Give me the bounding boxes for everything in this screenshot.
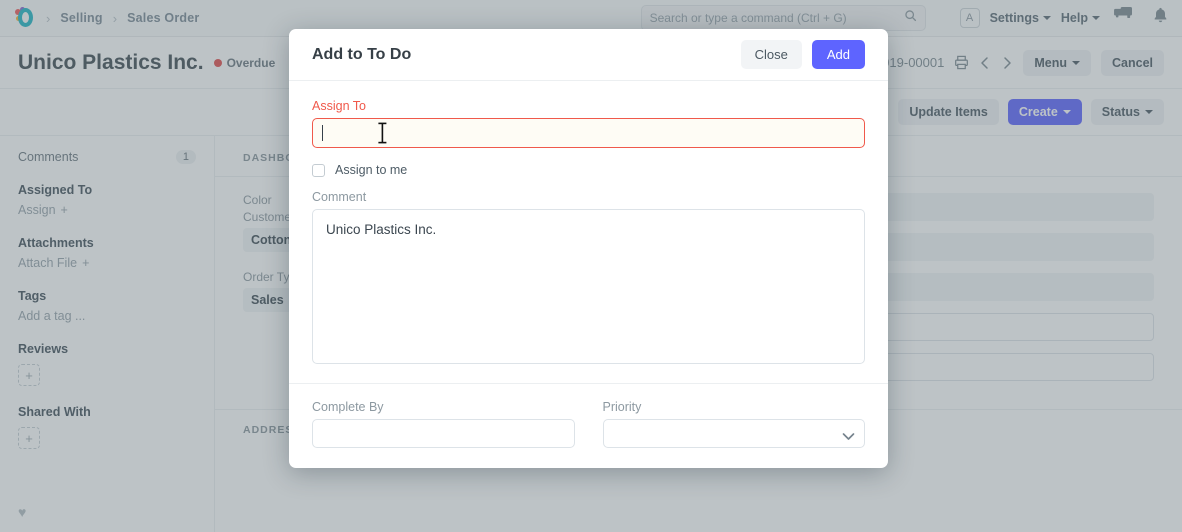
priority-select-wrapper: [602, 419, 865, 448]
priority-field: Priority: [602, 400, 865, 448]
assign-to-field-wrapper: [312, 118, 865, 148]
dialog-header: Add to To Do Close Add: [289, 29, 888, 81]
priority-label: Priority: [602, 400, 642, 414]
text-cursor-icon: [322, 125, 323, 141]
comment-label: Comment: [312, 190, 367, 204]
assign-to-me-checkbox[interactable]: [312, 163, 325, 177]
complete-by-field: Complete By: [312, 400, 575, 448]
priority-select[interactable]: [602, 419, 865, 448]
complete-by-input[interactable]: [312, 419, 575, 448]
assign-to-me-label: Assign to me: [335, 163, 408, 177]
assign-to-label: Assign To: [312, 99, 366, 113]
dialog-body: Assign To Assign to me Comment: [289, 81, 888, 383]
comment-textarea[interactable]: [312, 209, 865, 364]
add-to-todo-dialog: Add to To Do Close Add Assign To Assign …: [289, 29, 888, 468]
add-button[interactable]: Add: [811, 40, 865, 69]
complete-by-label: Complete By: [312, 400, 384, 414]
assign-to-input[interactable]: [312, 118, 865, 148]
dialog-footer: Complete By Priority: [289, 383, 888, 468]
assign-to-me-row[interactable]: Assign to me: [312, 163, 865, 177]
dialog-title: Add to To Do: [312, 45, 412, 63]
close-button[interactable]: Close: [740, 40, 802, 69]
